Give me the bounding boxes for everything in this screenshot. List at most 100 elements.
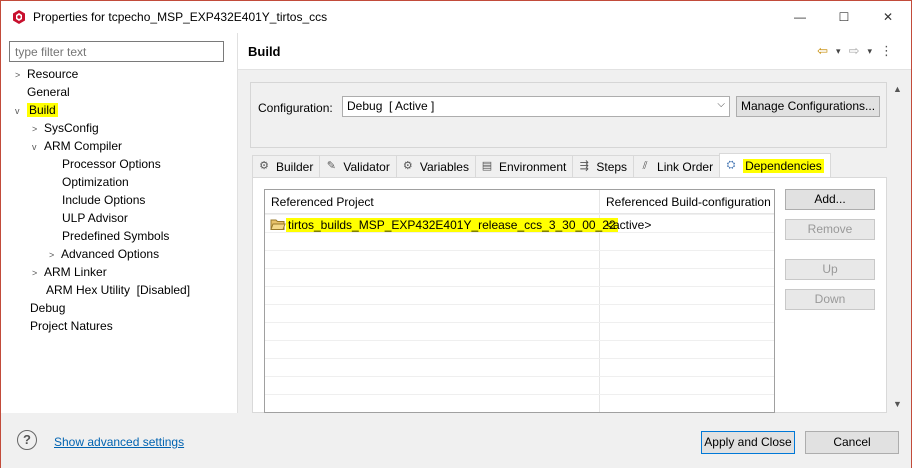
tab-label: Link Order [657,159,714,174]
validator-icon: ✎ [326,160,336,172]
forward-arrow-icon[interactable]: ⇨ [849,43,860,59]
tree-item-label: General [27,85,70,99]
tree-item-arm-linker[interactable]: > ARM Linker [32,263,107,281]
title-bar[interactable]: Properties for tcpecho_MSP_EXP432E401Y_t… [1,1,911,32]
back-arrow-icon[interactable]: ⇦ [817,43,828,59]
back-dropdown-icon[interactable]: ▾ [836,46,841,57]
tree-item-resource[interactable]: > Resource [15,65,78,83]
cancel-button[interactable]: Cancel [805,431,899,454]
tree-item-processor-options[interactable]: Processor Options [62,155,161,173]
tab-label: Validator [343,159,390,174]
tree-item-include-options[interactable]: Include Options [62,191,145,209]
scroll-down-icon[interactable]: ▼ [893,399,902,409]
close-button[interactable]: ✕ [865,1,911,32]
variables-icon: ⚙ [402,160,413,172]
column-header-referenced-build-configuration[interactable]: Referenced Build-configuration [600,190,774,214]
steps-icon: ⇶ [579,160,589,172]
configuration-value: Debug [ Active ] [347,99,435,113]
tab-validator[interactable]: ✎ Validator [319,155,397,177]
add-button[interactable]: Add... [785,189,875,210]
tree-item-general[interactable]: General [27,83,70,101]
row-divider [265,376,774,377]
tree-item-advanced-options[interactable]: > Advanced Options [49,245,159,263]
maximize-button[interactable]: ☐ [821,1,867,32]
tree-item-label: Resource [27,67,79,81]
configuration-select[interactable]: Debug [ Active ] ⌵ [342,96,730,117]
more-menu-icon[interactable]: ⋮ [880,43,893,59]
dialog-footer: ? Show advanced settings Apply and Close… [1,413,911,468]
manage-configurations-button[interactable]: Manage Configurations... [736,96,880,117]
tab-steps[interactable]: ⇶ Steps [572,155,635,177]
tree-item-optimization[interactable]: Optimization [62,173,129,191]
builder-icon: ⚙ [259,160,269,172]
tree-item-arm-compiler[interactable]: v ARM Compiler [32,137,122,155]
chevron-right-icon[interactable]: > [32,264,44,282]
up-button[interactable]: Up [785,259,875,280]
tree-item-sysconfig[interactable]: > SysConfig [32,119,99,137]
row-divider [265,232,774,233]
down-button[interactable]: Down [785,289,875,310]
row-divider [265,358,774,359]
tab-builder[interactable]: ⚙ Builder [252,155,321,177]
project-folder-icon [270,219,286,230]
window-title: Properties for tcpecho_MSP_EXP432E401Y_t… [33,9,328,24]
tab-variables[interactable]: ⚙ Variables [395,155,476,177]
chevron-down-icon[interactable]: v [15,102,27,120]
apply-and-close-button[interactable]: Apply and Close [701,431,795,454]
tree-item-label: Project Natures [30,319,113,333]
row-divider [265,340,774,341]
chevron-right-icon[interactable]: > [15,66,27,84]
row-divider [265,286,774,287]
help-icon[interactable]: ? [17,430,37,450]
tab-label: Builder [276,159,314,174]
row-divider [265,322,774,323]
remove-button[interactable]: Remove [785,219,875,240]
configuration-label: Configuration: [258,101,333,115]
environment-icon: ▤ [481,160,493,172]
tree-item-predefined-symbols[interactable]: Predefined Symbols [62,227,169,245]
tab-dependencies[interactable]: ⛭ Dependencies [719,153,831,177]
tree-item-label: Debug [30,301,66,315]
main-panel: Build ⇦ ▾ ⇨ ▾ ⋮ Configuration: Debug [ A… [238,33,911,413]
row-divider [265,268,774,269]
tab-environment[interactable]: ▤ Environment [474,155,574,177]
minimize-button[interactable]: — [777,1,823,32]
chevron-right-icon[interactable]: > [32,120,44,138]
show-advanced-settings-link[interactable]: Show advanced settings [54,435,184,449]
tree-item-label: ARM Compiler [44,139,123,153]
tab-label: Dependencies [743,158,824,173]
page-title: Build [248,44,281,59]
tree-item-label: Predefined Symbols [62,229,170,243]
chevron-down-icon[interactable]: v [32,138,44,156]
tree-item-label: Build [27,103,58,117]
tab-label: Steps [596,159,628,174]
tree-item-label: Processor Options [62,157,161,171]
tree-item-arm-hex-utility[interactable]: ARM Hex Utility [Disabled] [46,281,190,299]
vertical-scrollbar[interactable]: ▲ ▼ [889,82,906,413]
referenced-project-name: tirtos_builds_MSP_EXP432E401Y_release_cc… [286,218,618,232]
navigation-toolbar: ⇦ ▾ ⇨ ▾ ⋮ [817,43,893,59]
referenced-build-configuration-value[interactable]: <active> [606,218,651,232]
row-divider [265,304,774,305]
row-divider [265,394,774,395]
tab-link-order[interactable]: ⫽ Link Order [633,155,721,177]
tab-label: Environment [498,159,567,174]
column-header-referenced-project[interactable]: Referenced Project [265,190,599,214]
referenced-projects-table[interactable]: Referenced Project Referenced Build-conf… [264,189,775,413]
properties-dialog: Properties for tcpecho_MSP_EXP432E401Y_t… [0,0,912,468]
tree-item-ulp-advisor[interactable]: ULP Advisor [62,209,128,227]
sidebar: >Resource General vBuild >SysConfig vARM… [1,33,237,413]
filter-input[interactable] [9,41,224,62]
tree-item-debug[interactable]: Debug [30,299,65,317]
table-row[interactable]: tirtos_builds_MSP_EXP432E401Y_release_cc… [270,218,618,232]
tree-item-project-natures[interactable]: Project Natures [30,317,113,335]
chevron-right-icon[interactable]: > [49,246,61,264]
tree-item-build[interactable]: v Build [15,101,58,119]
tree-item-label: SysConfig [44,121,99,135]
app-icon [13,9,25,24]
forward-dropdown-icon[interactable]: ▾ [867,46,872,57]
chevron-down-icon[interactable]: ⌵ [717,99,725,110]
scroll-up-icon[interactable]: ▲ [893,84,902,94]
tree-item-label: Optimization [62,175,129,189]
tab-bar: ⚙ Builder ✎ Validator ⚙ Variables ▤ Environm… [252,153,831,177]
